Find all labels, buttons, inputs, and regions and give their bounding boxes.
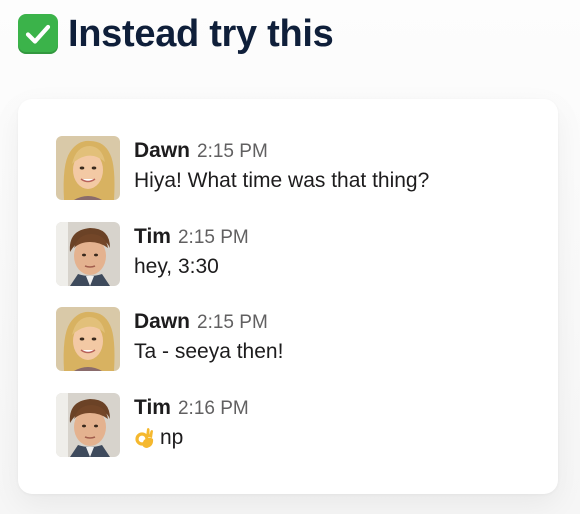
message-content: Dawn 2:15 PM Ta - seeya then! xyxy=(134,310,283,366)
message-item[interactable]: Tim 2:16 PM np xyxy=(56,393,536,459)
timestamp[interactable]: 2:15 PM xyxy=(178,226,249,250)
author-name[interactable]: Dawn xyxy=(134,310,190,334)
message-text: np xyxy=(134,424,249,452)
tim-avatar[interactable] xyxy=(56,393,120,457)
message-text: Ta - seeya then! xyxy=(134,338,283,366)
page-header: Instead try this xyxy=(18,14,334,54)
message-header: Dawn 2:15 PM xyxy=(134,139,429,164)
message-text-content: np xyxy=(160,426,184,449)
message-content: Dawn 2:15 PM Hiya! What time was that th… xyxy=(134,139,429,195)
message-text-content: Ta - seeya then! xyxy=(134,340,284,363)
message-header: Tim 2:15 PM xyxy=(134,225,249,250)
dawn-avatar[interactable] xyxy=(56,136,120,200)
message-text: Hiya! What time was that thing? xyxy=(134,167,429,195)
page-title: Instead try this xyxy=(68,13,334,55)
author-name[interactable]: Tim xyxy=(134,396,171,420)
message-text: hey, 3:30 xyxy=(134,253,249,281)
message-item[interactable]: Dawn 2:15 PM Ta - seeya then! xyxy=(56,307,536,373)
dawn-avatar[interactable] xyxy=(56,307,120,371)
message-header: Tim 2:16 PM xyxy=(134,396,249,421)
message-content: Tim 2:16 PM np xyxy=(134,396,249,452)
timestamp[interactable]: 2:15 PM xyxy=(197,311,268,335)
message-header: Dawn 2:15 PM xyxy=(134,310,283,335)
timestamp[interactable]: 2:16 PM xyxy=(178,397,249,421)
message-item[interactable]: Dawn 2:15 PM Hiya! What time was that th… xyxy=(56,136,536,202)
message-text-content: Hiya! What time was that thing? xyxy=(134,169,430,192)
message-list: Dawn 2:15 PM Hiya! What time was that th… xyxy=(18,99,558,494)
message-content: Tim 2:15 PM hey, 3:30 xyxy=(134,225,249,281)
message-text-content: hey, 3:30 xyxy=(134,255,219,278)
ok-hand-icon xyxy=(134,426,156,450)
check-mark-icon xyxy=(18,14,58,54)
message-item[interactable]: Tim 2:15 PM hey, 3:30 xyxy=(56,222,536,288)
tim-avatar[interactable] xyxy=(56,222,120,286)
timestamp[interactable]: 2:15 PM xyxy=(197,140,268,164)
author-name[interactable]: Tim xyxy=(134,225,171,249)
author-name[interactable]: Dawn xyxy=(134,139,190,163)
